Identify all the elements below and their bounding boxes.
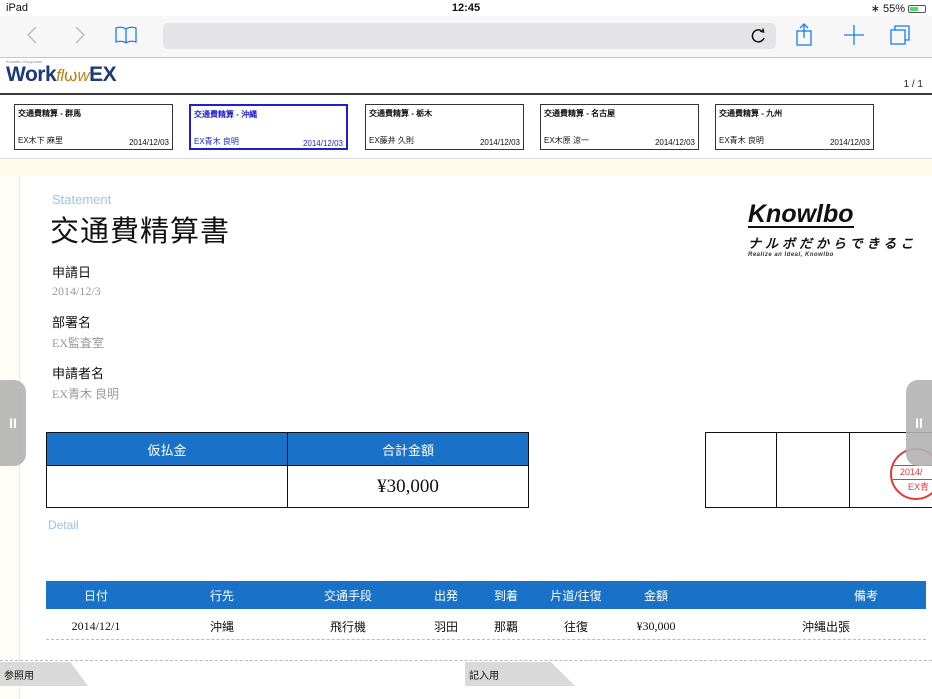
left-panel-handle[interactable]: II bbox=[0, 380, 26, 466]
thumbnail-nagoya[interactable]: 交通費精算 - 名古屋 EX木原 涼一 2014/12/03 bbox=[540, 104, 699, 150]
department-value: EX監査室 bbox=[52, 336, 104, 350]
department-label: 部署名 bbox=[52, 315, 92, 330]
cell-destination: 沖縄 bbox=[209, 619, 234, 634]
address-bar[interactable] bbox=[163, 23, 776, 49]
application-date-value: 2014/12/3 bbox=[52, 284, 101, 298]
thumbnail-gunma[interactable]: 交通費精算 - 群馬 EX木下 麻里 2014/12/03 bbox=[14, 104, 173, 150]
battery-percent: 55% bbox=[882, 2, 905, 15]
bookmarks-icon[interactable] bbox=[112, 20, 140, 50]
forward-icon[interactable] bbox=[66, 20, 94, 50]
document-thumbnail-strip: 交通費精算 - 群馬 EX木下 麻里 2014/12/03 交通費精算 - 沖縄… bbox=[0, 95, 932, 159]
thumbnail-tochigi[interactable]: 交通費精算 - 栃木 EX藤井 久則 2014/12/03 bbox=[365, 104, 524, 150]
cell-amount: ¥30,000 bbox=[636, 618, 676, 633]
thumbnail-kyushu[interactable]: 交通費精算 - 九州 EX青木 良明 2014/12/03 bbox=[715, 104, 874, 150]
detail-table-header: 日付 行先 交通手段 出発 到着 片道/往復 金額 備考 bbox=[46, 581, 926, 609]
amount-table: 仮払金 合計金額 ¥30,000 bbox=[46, 432, 529, 508]
document-page: Statement 交通費精算書 申請日 2014/12/3 部署名 EX監査室… bbox=[0, 160, 932, 699]
col-arrival: 到着 bbox=[493, 588, 518, 603]
col-transport: 交通手段 bbox=[323, 588, 372, 603]
back-icon[interactable] bbox=[18, 20, 46, 50]
app-header: Knowlbo Groupware Workfl⍵wEX 1 / 1 bbox=[0, 59, 932, 95]
cell-date: 2014/12/1 bbox=[71, 618, 121, 633]
page-counter: 1 / 1 bbox=[903, 79, 923, 90]
col-trip-type: 片道/往復 bbox=[550, 588, 602, 603]
new-tab-icon[interactable] bbox=[840, 20, 868, 50]
applicant-label: 申請者名 bbox=[52, 366, 105, 381]
col-remarks: 備考 bbox=[853, 588, 878, 603]
grip-icon: II bbox=[915, 415, 923, 431]
grip-icon: II bbox=[9, 415, 17, 431]
advance-header: 仮払金 bbox=[47, 433, 287, 465]
right-panel-handle[interactable]: II bbox=[906, 380, 932, 466]
cell-trip-type: 往復 bbox=[563, 619, 588, 634]
tab-reference[interactable]: 参照用 bbox=[0, 662, 88, 686]
bottom-tabs: 参照用 記入用 bbox=[0, 660, 932, 699]
bluetooth-icon: ∗ bbox=[870, 3, 880, 15]
clock: 12:45 bbox=[451, 2, 481, 14]
col-destination: 行先 bbox=[209, 588, 234, 603]
page-top-strip bbox=[0, 160, 932, 176]
total-value: ¥30,000 bbox=[288, 465, 528, 507]
knowlbo-logo: Knowlbo ナルボだからできるこ Realize an Ideal, Kno… bbox=[748, 200, 918, 258]
tabs-icon[interactable] bbox=[886, 20, 914, 50]
document-title: 交通費精算書 bbox=[50, 216, 231, 248]
tab-entry[interactable]: 記入用 bbox=[465, 662, 575, 686]
share-icon[interactable] bbox=[790, 20, 818, 50]
status-right: ∗ 55% bbox=[871, 2, 926, 15]
browser-toolbar bbox=[0, 16, 932, 58]
applicant-value: EX青木 良明 bbox=[52, 387, 119, 401]
cell-arrival: 那覇 bbox=[493, 619, 518, 634]
stamp-divider bbox=[776, 433, 777, 507]
workflowex-logo: Knowlbo Groupware Workfl⍵wEX bbox=[6, 59, 117, 86]
reload-icon[interactable] bbox=[750, 27, 768, 45]
thumbnail-okinawa[interactable]: 交通費精算 - 沖縄 EX青木 良明 2014/12/03 bbox=[189, 104, 348, 150]
col-amount: 金額 bbox=[643, 588, 668, 603]
detail-label: Detail bbox=[48, 518, 79, 532]
statement-label: Statement bbox=[52, 192, 112, 207]
cell-remarks: 沖縄出張 bbox=[801, 619, 850, 634]
total-header: 合計金額 bbox=[288, 433, 528, 465]
col-date: 日付 bbox=[83, 588, 108, 603]
stamp-divider bbox=[849, 433, 850, 507]
tab-divider bbox=[0, 660, 932, 661]
application-date-label: 申請日 bbox=[52, 265, 92, 280]
cell-transport: 飛行機 bbox=[329, 619, 366, 634]
advance-value bbox=[47, 465, 287, 507]
table-row[interactable]: 2014/12/1 沖縄 飛行機 羽田 那覇 往復 ¥30,000 沖縄出張 bbox=[46, 612, 926, 640]
status-bar: iPad 12:45 ∗ 55% bbox=[0, 0, 932, 16]
battery-icon bbox=[908, 4, 926, 13]
amount-divider bbox=[287, 433, 288, 507]
